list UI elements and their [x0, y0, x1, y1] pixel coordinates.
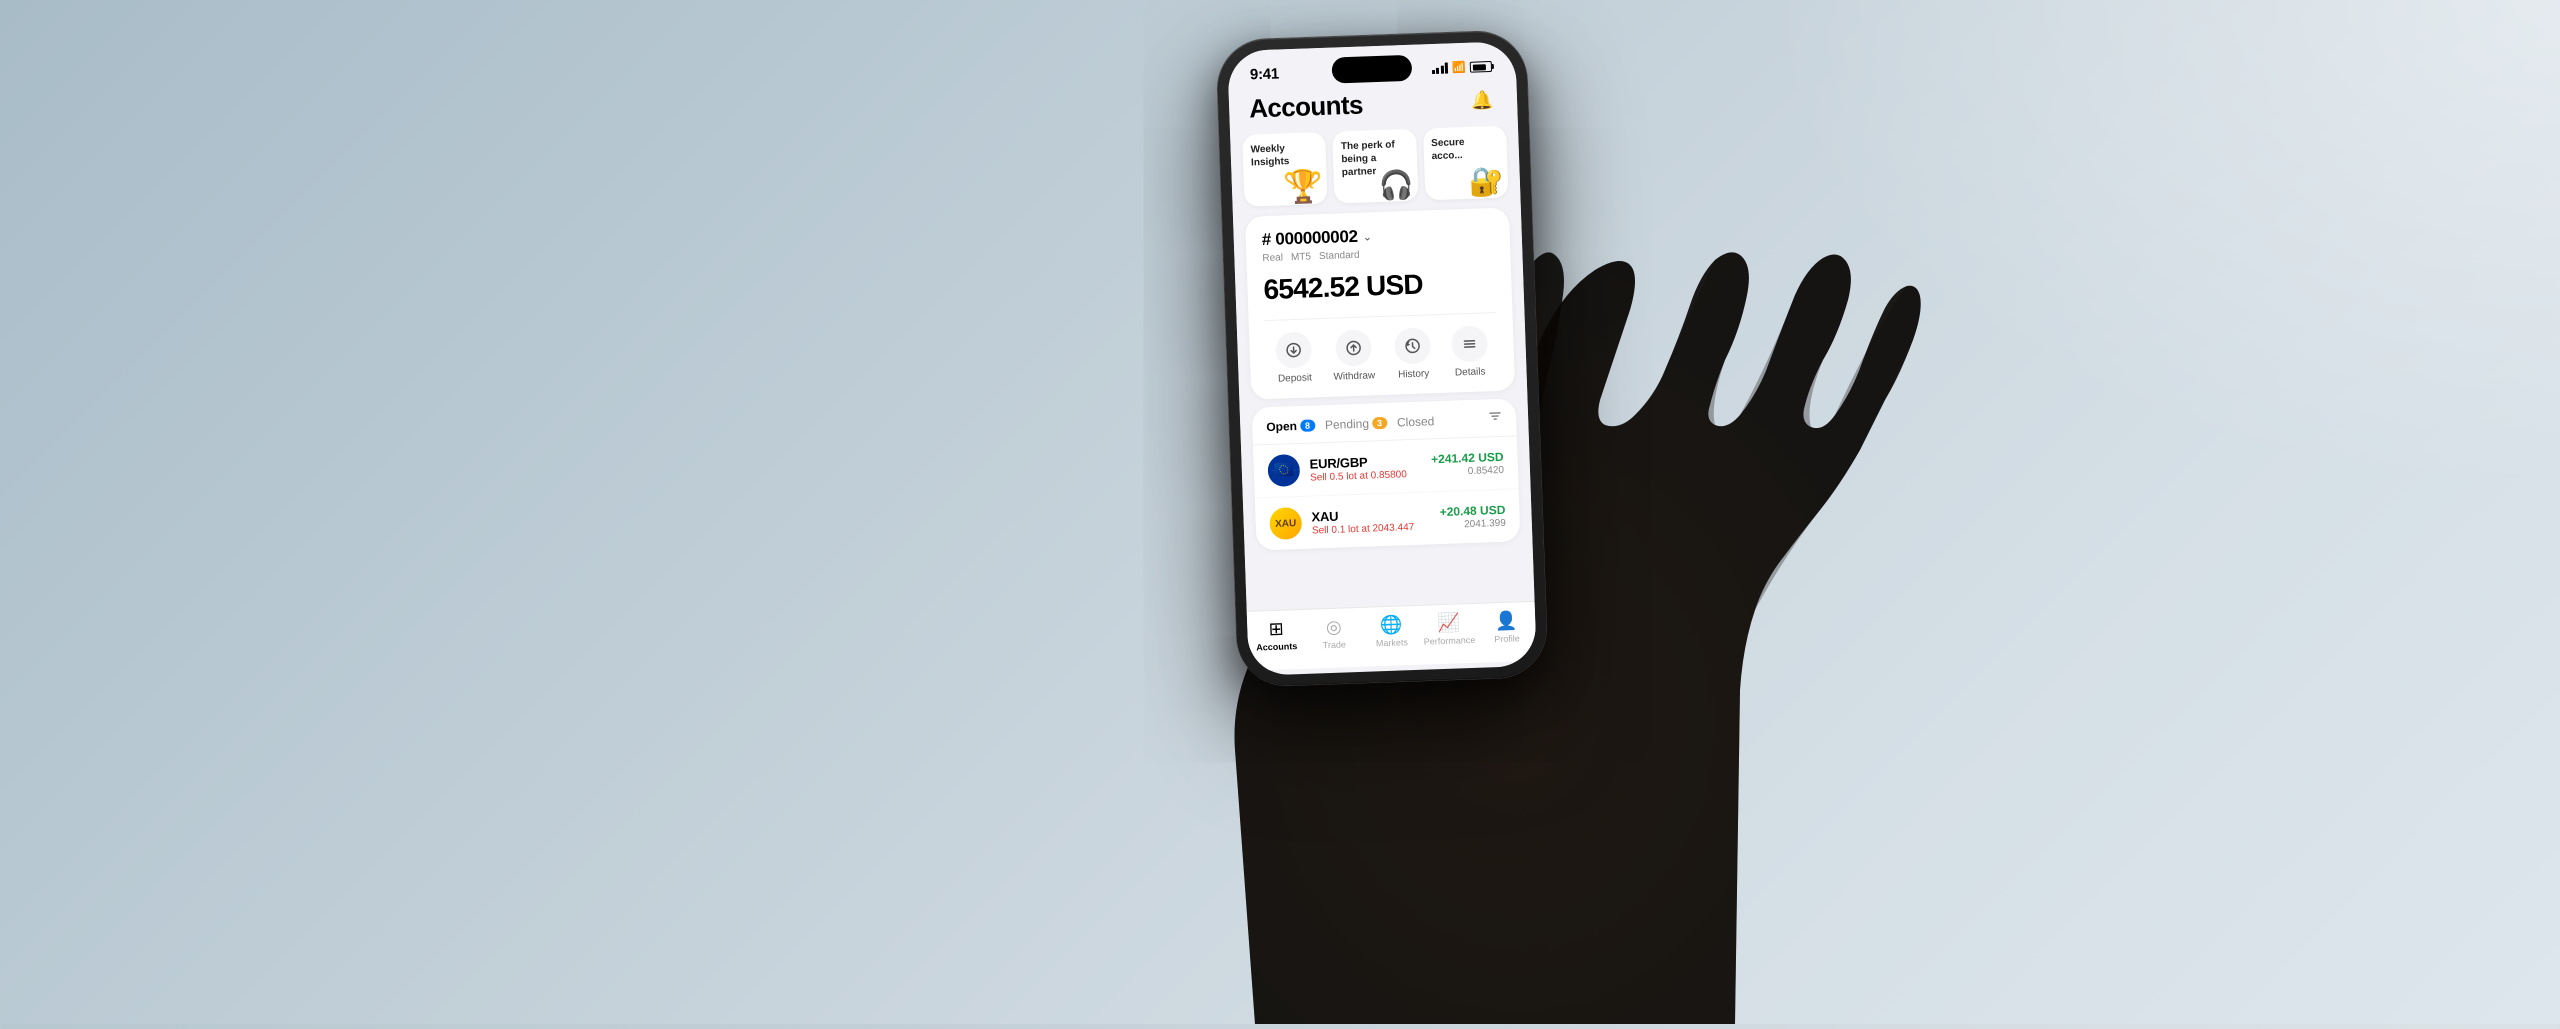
eurgbp-pnl: +241.42 USD	[1431, 450, 1504, 467]
status-icons: 📶	[1432, 60, 1495, 75]
bottom-nav: ⊞ Accounts ◎ Trade 🌐 Markets 📈 Performan…	[1247, 601, 1537, 671]
account-chevron-icon: ⌄	[1363, 230, 1373, 243]
trade-nav-label: Trade	[1323, 639, 1347, 650]
tab-closed-label: Closed	[1397, 414, 1435, 429]
xau-pnl: +20.48 USD	[1440, 503, 1506, 519]
trades-section: Open 8 Pending 3 Closed	[1252, 398, 1521, 550]
promo-card-weekly-insights[interactable]: Weekly Insights 🏆	[1242, 132, 1328, 207]
xau-flag: XAU	[1270, 507, 1303, 540]
details-label: Details	[1455, 366, 1486, 378]
app-content: Accounts 🔔 Weekly Insights 🏆 The perk of…	[1229, 80, 1537, 671]
promo-card-secure-label: Secure acco...	[1431, 135, 1487, 163]
promo-card-secure[interactable]: Secure acco... 🔐	[1423, 126, 1509, 201]
account-number: # 000000002	[1262, 227, 1359, 250]
xau-price: 2041.399	[1440, 518, 1506, 531]
trade-item-xau[interactable]: XAU XAU Sell 0.1 lot at 2043.447 +20.48 …	[1255, 489, 1521, 550]
account-card: # 000000002 ⌄ Real MT5 Standard 6542.52 …	[1245, 207, 1515, 399]
promo-cards-row: Weekly Insights 🏆 The perk of being a pa…	[1231, 125, 1522, 217]
history-label: History	[1398, 368, 1429, 380]
details-button[interactable]: Details	[1451, 325, 1489, 378]
trophy-icon: 🏆	[1283, 170, 1324, 203]
account-tag-mt5: MT5	[1291, 251, 1311, 263]
eurgbp-values: +241.42 USD 0.85420	[1431, 450, 1504, 479]
tab-pending-label: Pending	[1325, 416, 1370, 432]
sort-button[interactable]	[1488, 409, 1503, 428]
history-icon	[1394, 327, 1431, 364]
nav-item-markets[interactable]: 🌐 Markets	[1363, 614, 1422, 649]
profile-nav-label: Profile	[1494, 633, 1520, 644]
dynamic-island	[1332, 55, 1413, 84]
history-button[interactable]: History	[1394, 327, 1432, 380]
status-time: 9:41	[1250, 65, 1279, 83]
deposit-icon	[1276, 331, 1313, 368]
profile-nav-icon: 👤	[1495, 610, 1518, 632]
nav-item-accounts[interactable]: ⊞ Accounts	[1247, 618, 1306, 653]
xau-values: +20.48 USD 2041.399	[1440, 503, 1507, 531]
action-buttons: Deposit Withdraw History	[1265, 312, 1499, 385]
signal-bars-icon	[1432, 63, 1449, 75]
accounts-nav-label: Accounts	[1257, 641, 1298, 652]
eurgbp-price: 0.85420	[1432, 465, 1505, 479]
details-icon	[1451, 325, 1488, 362]
withdraw-label: Withdraw	[1334, 370, 1376, 382]
phone-shell: 9:41 📶	[1216, 30, 1548, 687]
markets-nav-icon: 🌐	[1380, 614, 1403, 636]
performance-nav-label: Performance	[1424, 635, 1476, 647]
deposit-button[interactable]: Deposit	[1276, 331, 1314, 384]
notification-button[interactable]: 🔔	[1467, 85, 1498, 116]
deposit-label: Deposit	[1278, 372, 1312, 384]
trade-item-eurgbp[interactable]: 🇪🇺 EUR/GBP Sell 0.5 lot at 0.85800 +241.…	[1253, 436, 1519, 498]
tab-pending[interactable]: Pending 3	[1325, 415, 1388, 431]
nav-item-profile[interactable]: 👤 Profile	[1478, 610, 1537, 645]
performance-nav-icon: 📈	[1438, 612, 1461, 634]
promo-card-partner[interactable]: The perk of being a partner 🎧	[1333, 129, 1419, 204]
eurgbp-info: EUR/GBP Sell 0.5 lot at 0.85800	[1310, 452, 1422, 483]
headphones-icon: 🎧	[1379, 171, 1415, 200]
trade-nav-icon: ◎	[1326, 617, 1342, 639]
tab-closed[interactable]: Closed	[1397, 412, 1435, 431]
tab-open-badge: 8	[1300, 419, 1315, 432]
sort-icon	[1488, 409, 1502, 423]
markets-nav-label: Markets	[1376, 637, 1408, 648]
account-tag-standard: Standard	[1319, 250, 1360, 262]
account-tag-real: Real	[1263, 252, 1284, 264]
tab-open[interactable]: Open 8	[1266, 418, 1315, 434]
promo-card-weekly-insights-label: Weekly Insights	[1251, 141, 1312, 169]
page-title: Accounts	[1249, 90, 1364, 125]
account-balance: 6542.52 USD	[1263, 266, 1496, 306]
withdraw-icon	[1335, 329, 1372, 366]
phone-device: 9:41 📶	[1216, 30, 1548, 687]
lock-icon: 🔐	[1469, 168, 1505, 197]
tab-pending-badge: 3	[1372, 416, 1387, 429]
eurgbp-flag: 🇪🇺	[1268, 454, 1301, 487]
battery-icon	[1470, 61, 1494, 73]
bell-icon: 🔔	[1471, 90, 1494, 112]
xau-info: XAU Sell 0.1 lot at 2043.447	[1312, 505, 1431, 536]
wifi-icon: 📶	[1452, 61, 1466, 74]
phone-screen: 9:41 📶	[1228, 41, 1538, 676]
nav-item-trade[interactable]: ◎ Trade	[1305, 616, 1364, 651]
accounts-nav-icon: ⊞	[1269, 619, 1285, 641]
nav-item-performance[interactable]: 📈 Performance	[1420, 612, 1479, 647]
tab-open-label: Open	[1266, 419, 1297, 434]
withdraw-button[interactable]: Withdraw	[1332, 329, 1375, 382]
